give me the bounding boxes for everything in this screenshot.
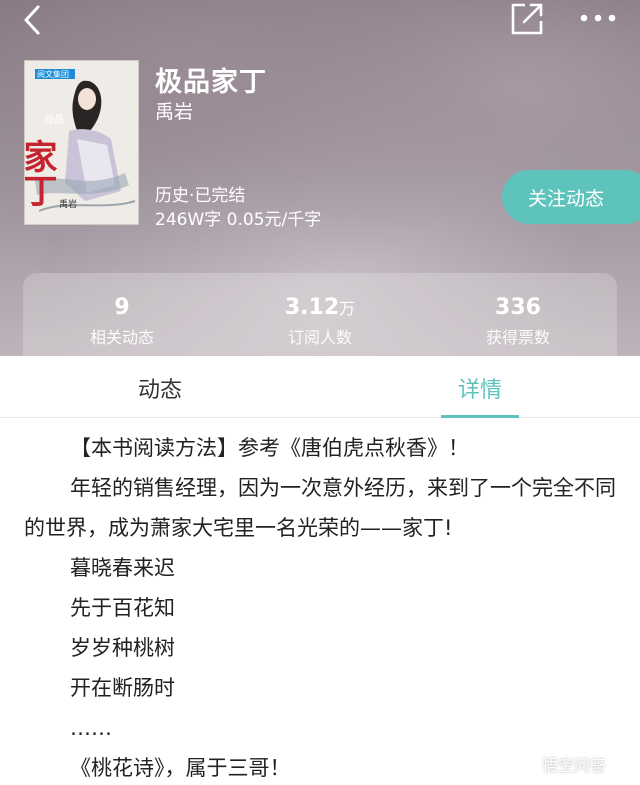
stat-votes[interactable]: 336 获得票数 xyxy=(419,273,617,356)
share-button[interactable] xyxy=(506,0,548,38)
poem-ellipsis: …… xyxy=(70,716,112,740)
svg-text:禹岩: 禹岩 xyxy=(59,198,77,210)
share-icon xyxy=(511,3,543,35)
more-button[interactable] xyxy=(576,6,620,30)
more-dots-icon xyxy=(580,14,616,22)
cover-art: 阅文集团 家丁 极品 禹岩 xyxy=(25,61,138,224)
book-genre-status: 历史·已完结 xyxy=(155,186,246,206)
poem-line: 岁岁种桃树 xyxy=(70,636,175,660)
book-author[interactable]: 禹岩 xyxy=(155,97,193,124)
stat-label: 获得票数 xyxy=(485,328,550,347)
follow-updates-button[interactable]: 关注动态 xyxy=(502,170,640,224)
stat-label: 相关动态 xyxy=(89,328,154,347)
svg-text:阅文集团: 阅文集团 xyxy=(37,69,69,79)
wukong-logo-icon xyxy=(511,751,537,777)
stat-related-updates[interactable]: 9 相关动态 xyxy=(23,273,221,356)
back-button[interactable] xyxy=(14,2,50,38)
tab-bar: 动态 详情 xyxy=(0,356,640,418)
stats-panel: 9 相关动态 3.12万 订阅人数 336 获得票数 xyxy=(23,273,617,356)
stat-label: 订阅人数 xyxy=(287,328,352,347)
description-paragraph: 年轻的销售经理，因为一次意外经历，来到了一个完全不同的世界，成为萧家大宅里一名光… xyxy=(24,476,616,540)
poem-line: 暮晓春来迟 xyxy=(70,556,175,580)
book-wordcount-price: 246W字 0.05元/千字 xyxy=(155,210,322,230)
tab-details-label: 详情 xyxy=(457,378,502,403)
poem-line: 开在断肠时 xyxy=(70,676,175,700)
book-cover[interactable]: 阅文集团 家丁 极品 禹岩 xyxy=(24,60,139,225)
watermark: 悟空问答 xyxy=(510,750,606,778)
stat-value: 3.12万 xyxy=(284,295,356,320)
stat-subscribers[interactable]: 3.12万 订阅人数 xyxy=(221,273,419,356)
stat-value: 9 xyxy=(114,295,130,320)
chevron-left-icon xyxy=(24,5,40,35)
stat-value: 336 xyxy=(495,295,541,320)
tab-details[interactable]: 详情 xyxy=(320,356,640,418)
book-header: 阅文集团 家丁 极品 禹岩 极品家丁 禹岩 历史·已完结 246W字 0.05元… xyxy=(0,0,640,356)
poem-line: 先于百花知 xyxy=(70,596,175,620)
description-paragraph: 【本书阅读方法】参考《唐伯虎点秋香》！ xyxy=(70,436,469,460)
svg-text:家丁: 家丁 xyxy=(25,139,57,207)
book-title: 极品家丁 xyxy=(155,67,267,98)
watermark-text: 悟空问答 xyxy=(542,756,607,775)
tab-updates[interactable]: 动态 xyxy=(0,356,320,417)
book-description: 【本书阅读方法】参考《唐伯虎点秋香》！ 年轻的销售经理，因为一次意外经历，来到了… xyxy=(24,428,624,785)
svg-text:极品: 极品 xyxy=(44,113,64,126)
active-tab-indicator xyxy=(441,415,519,418)
